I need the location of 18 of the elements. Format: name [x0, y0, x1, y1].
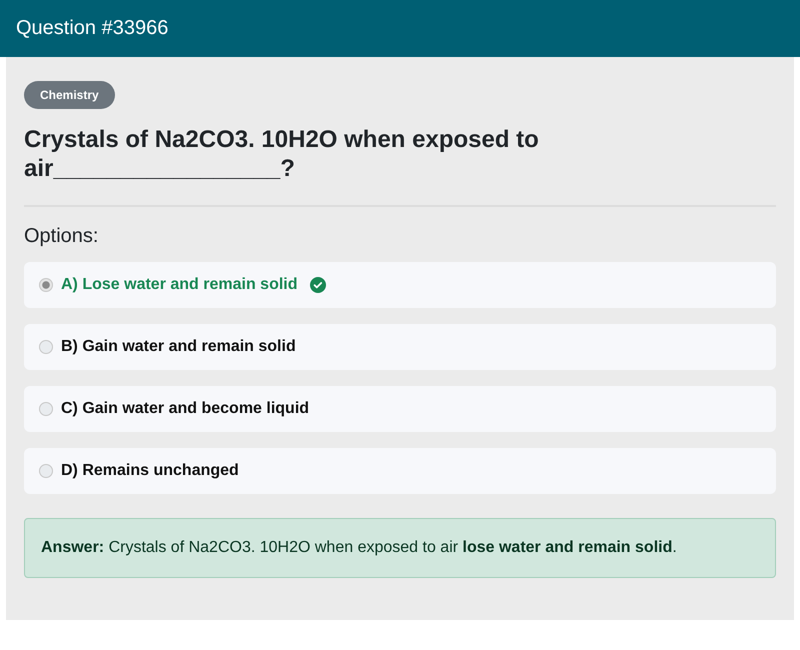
options-heading: Options: — [24, 225, 100, 248]
answer-text: Answer: Crystals of Na2CO3. 10H2O when exposed to air lose water and remain solid. — [24, 518, 776, 578]
option-label: A) Lose water and remain solid — [61, 276, 298, 294]
question-text: Crystals of Na2CO3. 10H2O when exposed to air_________________? — [24, 125, 540, 183]
option-label: C) Gain water and become liquid — [61, 400, 310, 418]
radio-button[interactable] — [39, 402, 53, 416]
option-label: B) Gain water and remain solid — [61, 338, 296, 356]
page-title: Question #33966 — [16, 17, 168, 40]
radio-button[interactable] — [39, 278, 53, 292]
option-row[interactable]: D) Remains unchanged — [24, 448, 776, 494]
check-circle-icon — [310, 277, 326, 293]
option-row[interactable]: A) Lose water and remain solid — [24, 262, 776, 308]
option-row[interactable]: B) Gain water and remain solid — [24, 324, 776, 370]
radio-button[interactable] — [39, 464, 53, 478]
option-label: D) Remains unchanged — [61, 462, 239, 480]
category-tag: Chemistry — [24, 81, 115, 109]
radio-button[interactable] — [39, 340, 53, 354]
option-row[interactable]: C) Gain water and become liquid — [24, 386, 776, 432]
